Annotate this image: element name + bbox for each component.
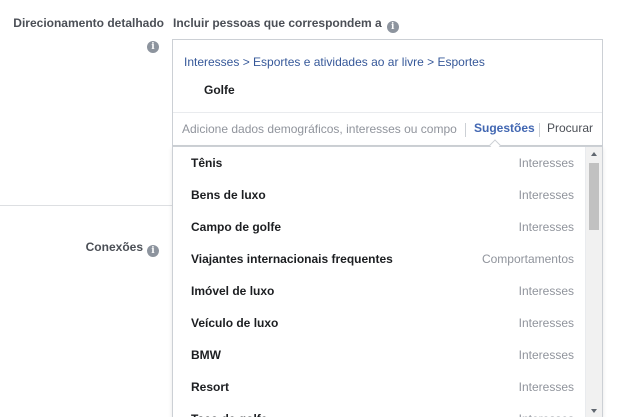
suggestion-item[interactable]: Tênis Interesses: [173, 147, 585, 179]
suggestion-item[interactable]: Imóvel de luxo Interesses: [173, 275, 585, 307]
suggestion-item[interactable]: BMW Interesses: [173, 339, 585, 371]
suggestion-category: Interesses: [518, 348, 574, 362]
suggestion-category: Interesses: [518, 284, 574, 298]
connections-text: Conexões: [85, 240, 143, 254]
detailed-targeting-label: Direcionamento detalhado: [13, 16, 164, 30]
suggestion-category: Interesses: [519, 412, 574, 417]
suggestion-name: Veículo de luxo: [191, 316, 279, 330]
dropdown-scrollbar[interactable]: [585, 147, 602, 417]
suggestions-list: Tênis Interesses Bens de luxo Interesses Cam…: [173, 147, 585, 417]
connections-label: Conexões i: [86, 240, 159, 257]
suggestion-name: Imóvel de luxo: [191, 284, 275, 298]
targeting-box: Interesses > Esportes e atividades ao ar…: [172, 39, 603, 151]
suggestion-name: Resort: [191, 380, 230, 394]
selected-interest[interactable]: Golfe: [204, 83, 235, 97]
suggestion-name: Taco de golfe: [191, 412, 267, 417]
include-people-label: Incluir pessoas que correspondem a i: [173, 16, 399, 33]
scroll-up-icon[interactable]: [591, 152, 597, 156]
suggestion-name: Tênis: [191, 156, 223, 170]
suggestion-item[interactable]: Campo de golfe Interesses: [173, 211, 585, 243]
include-people-text: Incluir pessoas que correspondem a: [173, 16, 382, 30]
targeting-breadcrumb[interactable]: Interesses > Esportes e atividades ao ar…: [184, 55, 485, 69]
targeting-search-input[interactable]: [182, 122, 462, 136]
tab-separator: [465, 123, 466, 137]
section-divider: [0, 205, 172, 206]
suggestion-item[interactable]: Bens de luxo Interesses: [173, 179, 585, 211]
suggestion-item[interactable]: Viajantes internacionais frequentes Compo…: [173, 243, 585, 275]
suggestion-item[interactable]: Veículo de luxo Interesses: [173, 307, 585, 339]
tab-suggestions[interactable]: Sugestões: [474, 121, 535, 135]
suggestion-name: BMW: [191, 348, 221, 362]
suggestion-category: Interesses: [518, 316, 574, 330]
tab-browse[interactable]: Procurar: [547, 121, 593, 135]
suggestion-category: Interesses: [518, 188, 574, 202]
tab-separator: [539, 123, 540, 137]
suggestion-category: Interesses: [518, 380, 574, 394]
search-row: Sugestões Procurar: [173, 112, 602, 151]
suggestion-name: Campo de golfe: [191, 220, 282, 234]
suggestion-category: Interesses: [518, 220, 574, 234]
suggestion-item[interactable]: Resort Interesses: [173, 371, 585, 403]
suggestion-category: Comportamentos: [481, 252, 574, 266]
info-icon[interactable]: i: [147, 41, 159, 53]
info-icon[interactable]: i: [386, 21, 399, 33]
suggestion-category: Interesses: [518, 156, 574, 170]
suggestion-item[interactable]: Taco de golfe Interesses: [173, 403, 585, 417]
suggestion-name: Bens de luxo: [191, 188, 266, 202]
scroll-down-icon[interactable]: [591, 409, 597, 413]
suggestions-dropdown: Tênis Interesses Bens de luxo Interesses Cam…: [172, 146, 603, 417]
suggestion-name: Viajantes internacionais frequentes: [191, 252, 393, 266]
scrollbar-thumb[interactable]: [589, 163, 599, 230]
info-icon[interactable]: i: [147, 245, 159, 257]
